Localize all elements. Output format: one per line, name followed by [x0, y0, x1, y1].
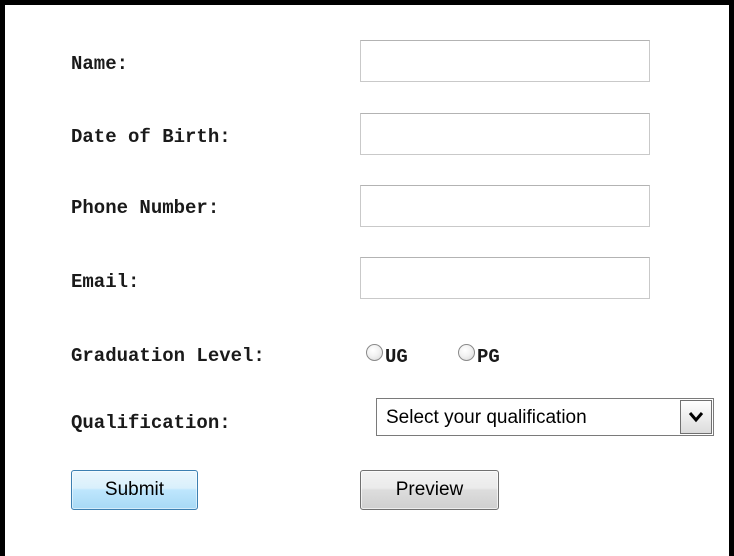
phone-number-input[interactable]: [360, 185, 650, 227]
submit-button[interactable]: Submit: [71, 470, 198, 510]
radio-ug[interactable]: [366, 344, 383, 361]
date-of-birth-label: Date of Birth:: [71, 126, 231, 148]
name-input[interactable]: [360, 40, 650, 82]
radio-pg-label: PG: [477, 346, 500, 368]
phone-number-label: Phone Number:: [71, 197, 220, 219]
name-label: Name:: [71, 53, 129, 75]
qualification-select[interactable]: Select your qualification: [376, 398, 714, 436]
preview-button[interactable]: Preview: [360, 470, 499, 510]
radio-ug-label: UG: [385, 346, 408, 368]
email-label: Email:: [71, 271, 140, 293]
chevron-down-icon[interactable]: [680, 400, 712, 434]
qualification-label: Qualification:: [71, 412, 231, 434]
date-of-birth-input[interactable]: [360, 113, 650, 155]
radio-pg[interactable]: [458, 344, 475, 361]
graduation-level-label: Graduation Level:: [71, 345, 265, 367]
email-input[interactable]: [360, 257, 650, 299]
form-container: Name: Date of Birth: Phone Number: Email…: [0, 0, 734, 556]
qualification-selected-value: Select your qualification: [386, 407, 587, 428]
